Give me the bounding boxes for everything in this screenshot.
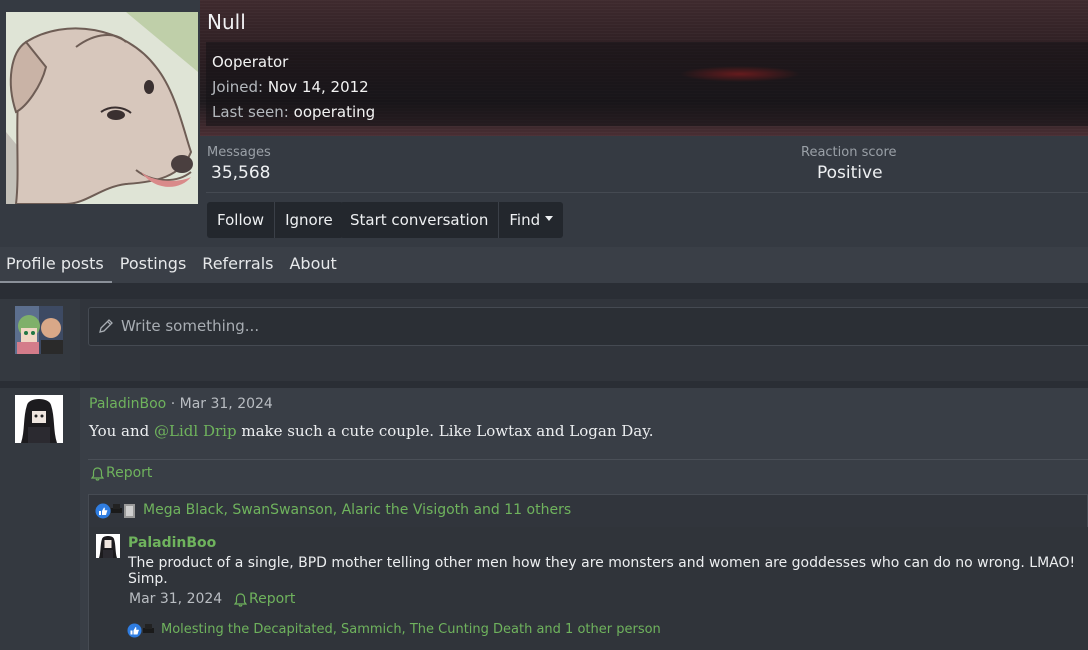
ignore-button[interactable]: Ignore: [275, 202, 343, 238]
post-meta: PaladinBoo · Mar 31, 2024: [89, 396, 273, 412]
post-body: You and @Lidl Drip make such a cute coup…: [89, 422, 653, 440]
find-button[interactable]: Find: [499, 202, 564, 238]
tab-profile-posts[interactable]: Profile posts: [0, 247, 112, 283]
follow-ignore-group: Follow Ignore: [207, 202, 343, 238]
comment-author-avatar[interactable]: [96, 534, 120, 558]
current-user-avatar-image: [15, 306, 63, 354]
profile-tabs: Profile posts Postings Referrals About: [0, 247, 1088, 283]
caret-down-icon: [545, 216, 554, 221]
mention-link[interactable]: @Lidl Drip: [154, 422, 237, 440]
messages-label: Messages: [207, 145, 271, 160]
joined-value[interactable]: Nov 14, 2012: [268, 78, 369, 96]
tab-postings[interactable]: Postings: [112, 247, 195, 283]
post-date[interactable]: Mar 31, 2024: [180, 396, 273, 412]
tab-referrals[interactable]: Referrals: [194, 247, 281, 283]
report-link[interactable]: Report: [106, 465, 152, 481]
profile-info-box: Ooperator Joined: Nov 14, 2012 Last seen…: [206, 42, 1088, 126]
post-body-text-start: You and: [89, 422, 155, 440]
bell-icon: [234, 593, 247, 607]
comment-date[interactable]: Mar 31, 2024: [129, 591, 222, 607]
meta-separator: ·: [170, 396, 176, 412]
profile-username: Null: [207, 10, 246, 34]
bell-icon: [91, 467, 104, 481]
joined-label: Joined:: [212, 78, 264, 96]
post-author-avatar-image: [15, 395, 63, 443]
post-author-link[interactable]: PaladinBoo: [89, 396, 166, 412]
comment-reaction-icons: [127, 623, 154, 638]
stats-divider: [206, 192, 1088, 193]
user-title: Ooperator: [212, 53, 289, 71]
post-author-avatar[interactable]: [15, 395, 63, 443]
tab-about[interactable]: About: [281, 247, 344, 283]
profile-header: Null Ooperator Joined: Nov 14, 2012 Last…: [0, 0, 1088, 247]
comment-reactions-users[interactable]: Molesting the Decapitated, Sammich, The …: [161, 622, 661, 637]
last-seen-label: Last seen:: [212, 103, 289, 121]
reaction-score-value[interactable]: Positive: [817, 163, 883, 183]
section-gap: [0, 381, 1088, 388]
pencil-icon: [99, 319, 113, 333]
conversation-find-group: Start conversation Find: [340, 202, 564, 238]
joined-line: Joined: Nov 14, 2012: [212, 75, 1082, 100]
tabs-spacer: [0, 283, 1088, 299]
follow-button[interactable]: Follow: [207, 202, 276, 238]
comment-author-link[interactable]: PaladinBoo: [128, 535, 216, 551]
reactions-users[interactable]: Mega Black, SwanSwanson, Alaric the Visi…: [143, 502, 571, 518]
profile-avatar[interactable]: [6, 12, 198, 204]
comment-body: The product of a single, BPD mother tell…: [128, 555, 1076, 587]
messages-value[interactable]: 35,568: [211, 163, 270, 183]
reaction-icons: [95, 503, 135, 519]
last-seen-value: ooperating: [293, 103, 376, 121]
find-label: Find: [509, 211, 541, 229]
post-divider: [88, 459, 1088, 460]
current-user-avatar[interactable]: [15, 306, 63, 354]
reaction-score-label: Reaction score: [801, 145, 897, 160]
post-body-text-end: make such a cute couple. Like Lowtax and…: [236, 422, 654, 440]
write-something-input[interactable]: Write something...: [88, 307, 1088, 346]
comment-report-link[interactable]: Report: [249, 591, 295, 607]
start-conversation-button[interactable]: Start conversation: [340, 202, 500, 238]
dog-avatar-image: [6, 12, 198, 204]
last-seen-line: Last seen: ooperating: [212, 100, 1082, 125]
comment-author-avatar-image: [96, 534, 120, 558]
